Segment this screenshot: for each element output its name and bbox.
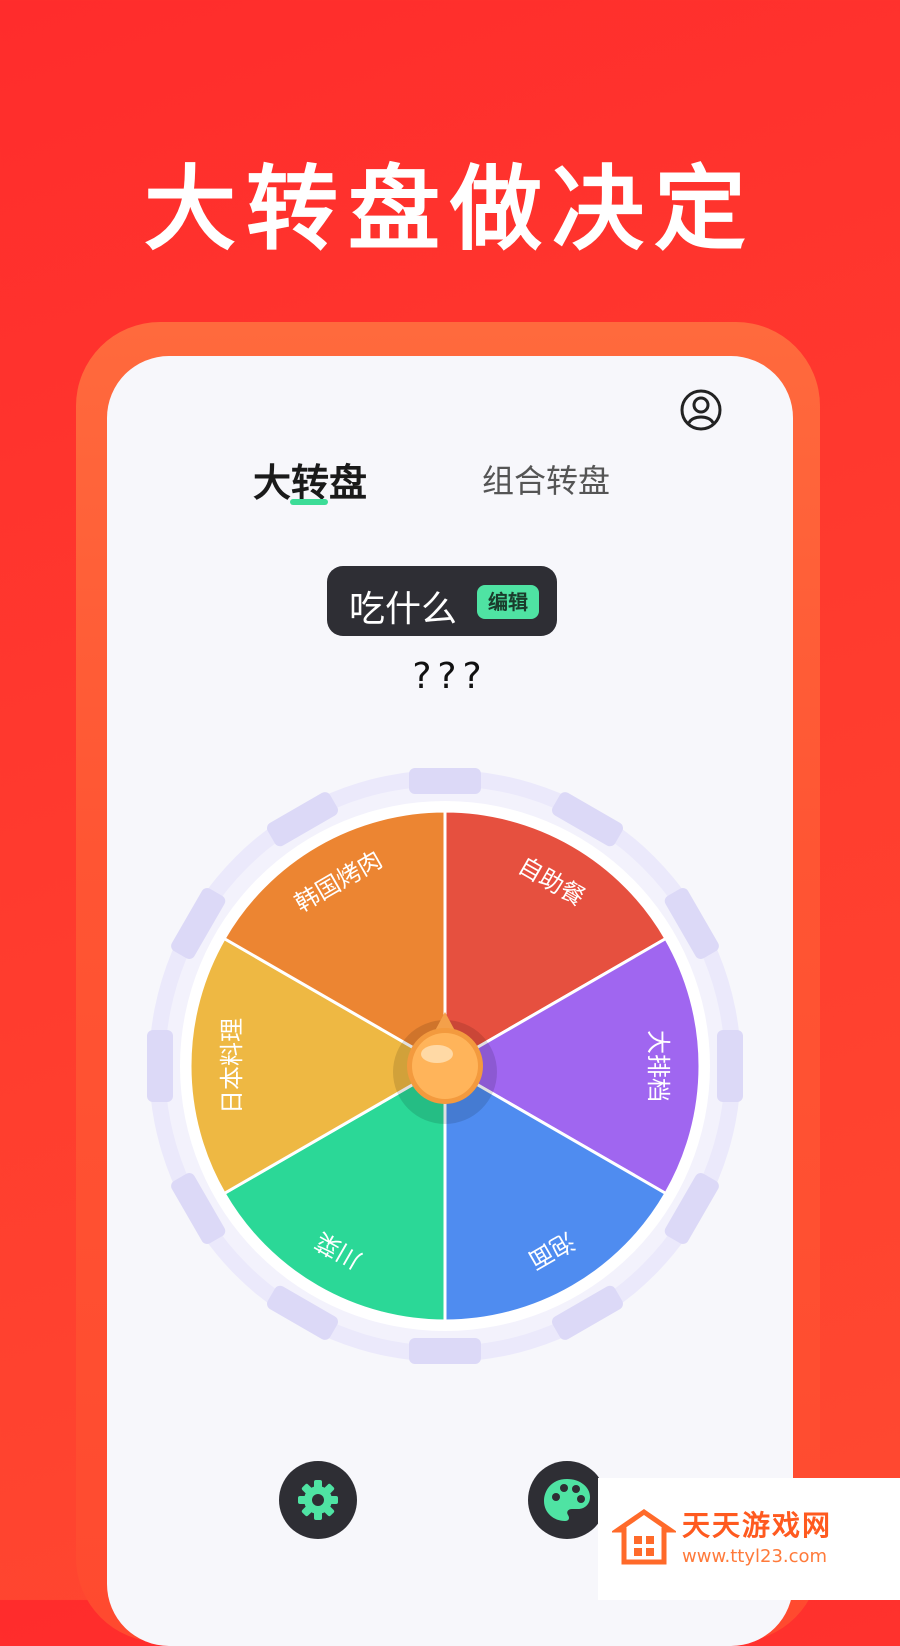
- watermark-brand: 天天游戏网: [682, 1509, 833, 1542]
- phone-screen: 大转盘 组合转盘 吃什么 编辑 ??? 自助餐 大排档 泡面 川菜 日本料理 韩国烤肉: [107, 356, 793, 1646]
- topic-title: 吃什么: [349, 589, 458, 630]
- edit-button[interactable]: 编辑: [477, 585, 539, 619]
- house-logo-icon: [612, 1508, 676, 1565]
- palette-icon: [544, 1479, 590, 1521]
- gear-icon: [298, 1480, 338, 1520]
- tab-active-indicator: [290, 499, 328, 505]
- result-text: ???: [412, 656, 488, 697]
- bezel-notch: [717, 1030, 743, 1102]
- bezel-notch: [147, 1030, 173, 1102]
- tab-combo-wheel[interactable]: 组合转盘: [482, 456, 610, 502]
- settings-button[interactable]: [279, 1461, 357, 1539]
- user-circle-icon[interactable]: [679, 388, 723, 432]
- topic-pill[interactable]: 吃什么 编辑: [327, 566, 557, 636]
- theme-button[interactable]: [528, 1461, 606, 1539]
- spin-wheel[interactable]: 自助餐大排档泡面川菜日本料理韩国烤肉: [145, 766, 745, 1366]
- bezel-notch: [409, 1338, 481, 1364]
- wheel-segment-label: 大排档: [644, 1030, 672, 1102]
- watermark: 天天游戏网 www.ttyl23.com: [598, 1478, 900, 1600]
- wheel-segment-label: 日本料理: [218, 1018, 246, 1114]
- headline: 大转盘做决定: [143, 156, 756, 263]
- watermark-url: www.ttyl23.com: [682, 1546, 828, 1567]
- bezel-notch: [409, 768, 481, 794]
